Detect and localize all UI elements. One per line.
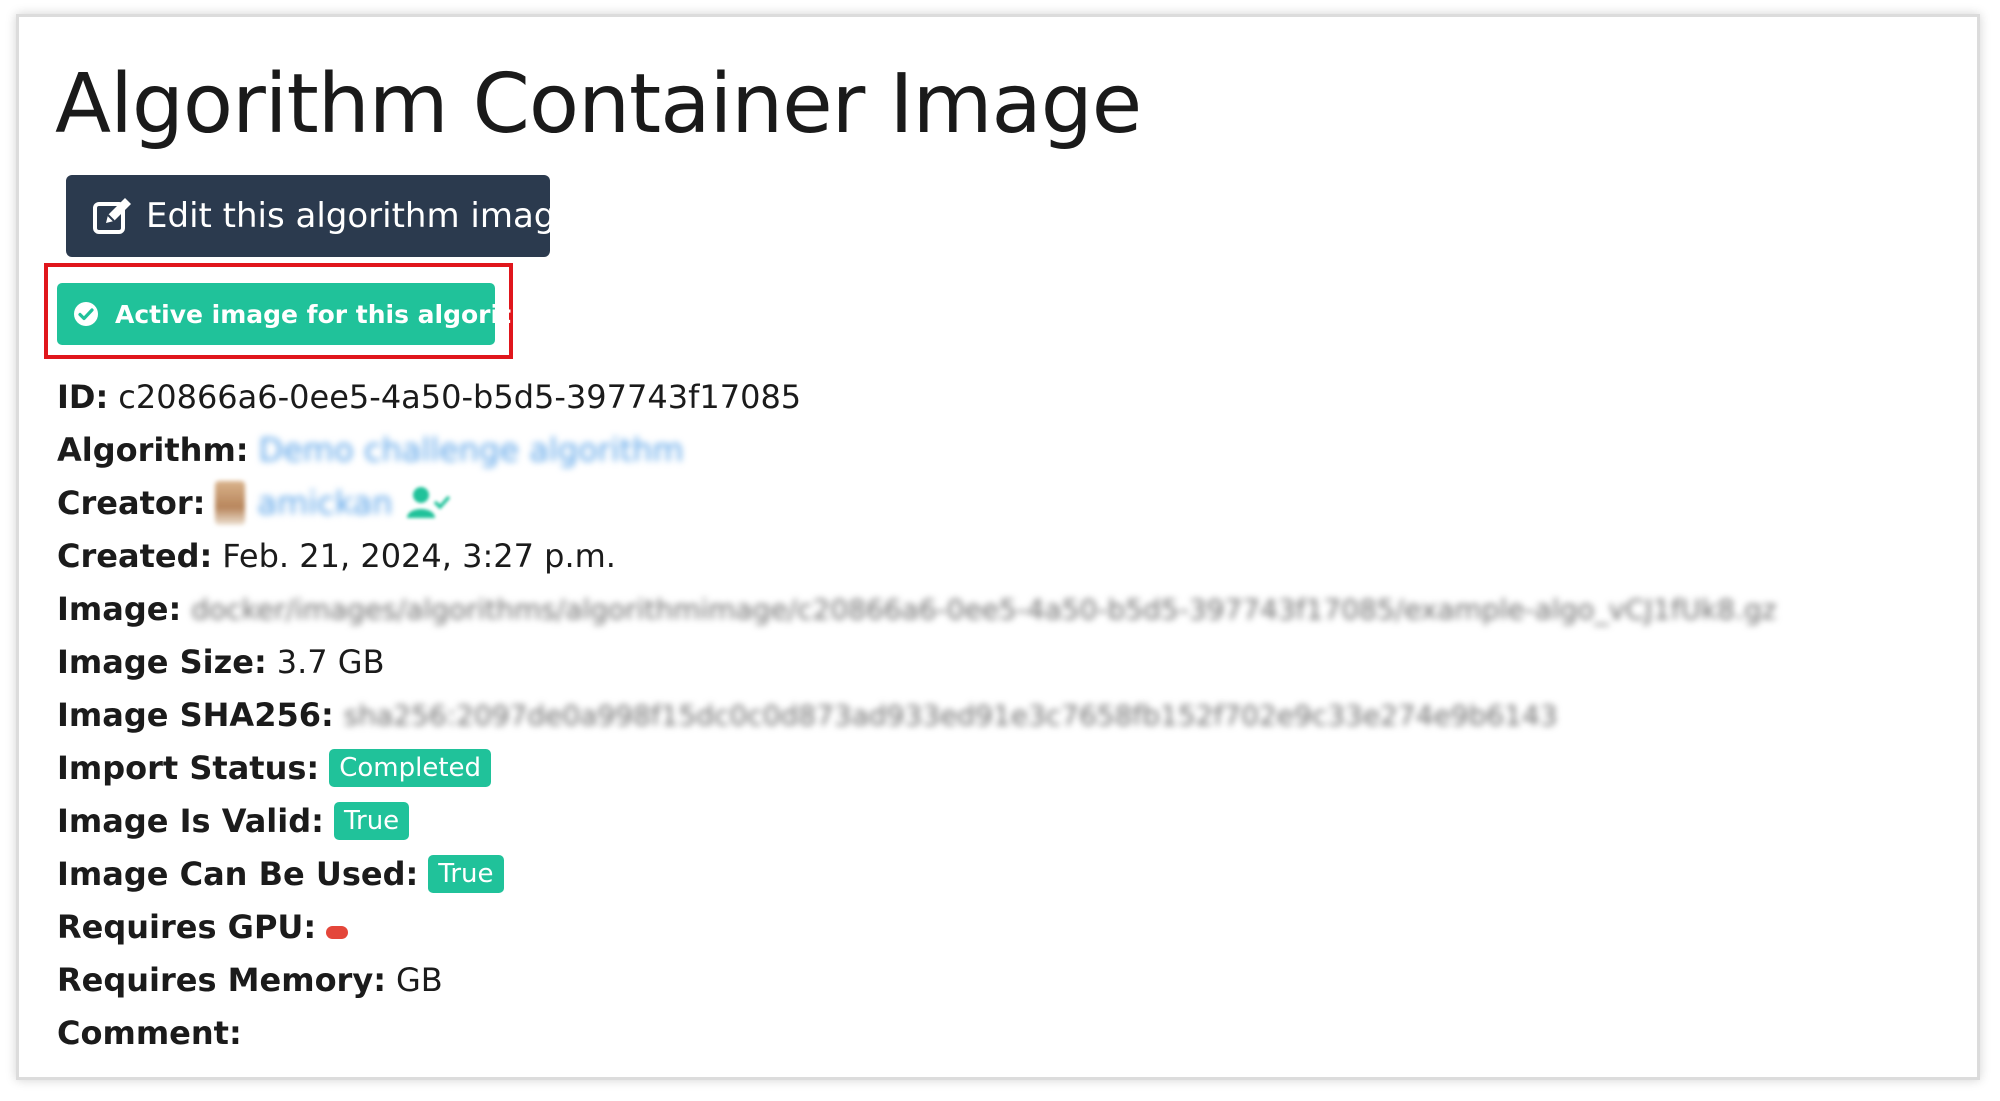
- image-size-label: Image Size:: [57, 643, 267, 681]
- detail-image-size: Image Size: 3.7 GB: [57, 637, 385, 687]
- user-check-icon: [405, 486, 451, 520]
- detail-image-is-valid: Image Is Valid: True: [57, 796, 410, 846]
- created-value: Feb. 21, 2024, 3:27 p.m.: [222, 537, 616, 575]
- detail-created: Created: Feb. 21, 2024, 3:27 p.m.: [57, 531, 616, 581]
- active-badge-label: Active image for this algorithm: [115, 299, 555, 329]
- image-can-be-used-badge: True: [428, 855, 504, 893]
- image-can-be-used-label: Image Can Be Used:: [57, 855, 419, 893]
- requires-gpu-indicator: [326, 925, 349, 939]
- import-status-badge: Completed: [329, 749, 492, 787]
- comment-label: Comment:: [57, 1014, 242, 1052]
- detail-requires-gpu: Requires GPU:: [57, 902, 349, 952]
- detail-id: ID: c20866a6-0ee5-4a50-b5d5-397743f17085: [57, 372, 801, 422]
- image-path-value: docker/images/algorithms/algorithmimage/…: [191, 592, 1777, 626]
- edit-button-label: Edit this algorithm image: [146, 196, 577, 236]
- avatar[interactable]: [215, 481, 246, 525]
- algorithm-label: Algorithm:: [57, 431, 249, 469]
- detail-image: Image: docker/images/algorithms/algorith…: [57, 584, 1776, 634]
- detail-requires-memory: Requires Memory: GB: [57, 955, 443, 1005]
- id-label: ID:: [57, 378, 109, 416]
- image-label: Image:: [57, 590, 182, 628]
- creator-label: Creator:: [57, 484, 206, 522]
- detail-creator: Creator: amickan: [57, 478, 451, 528]
- requires-memory-value: GB: [395, 961, 443, 999]
- page-title: Algorithm Container Image: [55, 57, 1142, 152]
- detail-import-status: Import Status: Completed: [57, 743, 492, 793]
- image-is-valid-badge: True: [333, 802, 410, 840]
- content-panel: Algorithm Container Image Edit this algo…: [16, 14, 1980, 1080]
- creator-link[interactable]: amickan: [257, 484, 392, 522]
- detail-algorithm: Algorithm: Demo challenge algorithm: [57, 425, 684, 475]
- algorithm-link[interactable]: Demo challenge algorithm: [259, 431, 684, 469]
- detail-image-can-be-used: Image Can Be Used: True: [57, 849, 504, 899]
- image-sha256-value: sha256:2097de0a998f15dc0c0d873ad933ed91e…: [343, 698, 1558, 732]
- image-sha256-label: Image SHA256:: [57, 696, 334, 734]
- image-is-valid-label: Image Is Valid:: [57, 802, 324, 840]
- active-image-badge: Active image for this algorithm: [57, 283, 555, 345]
- requires-memory-label: Requires Memory:: [57, 961, 386, 999]
- edit-algorithm-image-button[interactable]: Edit this algorithm image: [66, 175, 576, 257]
- created-label: Created:: [57, 537, 213, 575]
- edit-icon: [92, 195, 134, 237]
- detail-comment: Comment:: [57, 1008, 252, 1058]
- id-value: c20866a6-0ee5-4a50-b5d5-397743f17085: [118, 378, 802, 416]
- check-circle-icon: [73, 301, 99, 327]
- requires-gpu-label: Requires GPU:: [57, 908, 317, 946]
- detail-image-sha256: Image SHA256: sha256:2097de0a998f15dc0c0…: [57, 690, 1558, 740]
- import-status-label: Import Status:: [57, 749, 320, 787]
- image-size-value: 3.7 GB: [276, 643, 385, 681]
